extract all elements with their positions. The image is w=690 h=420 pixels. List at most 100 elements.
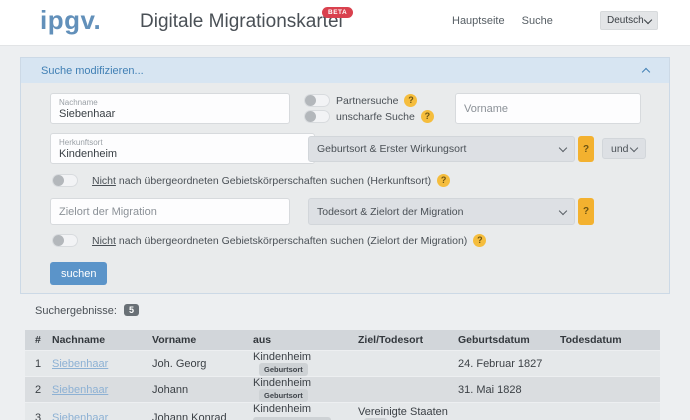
cell-geburtsdatum: 24. Februar 1827 xyxy=(458,357,543,370)
column-header: Geburtsdatum xyxy=(458,330,560,351)
chevron-down-icon xyxy=(558,206,568,215)
column-header: Vorname xyxy=(152,330,253,351)
beta-badge: BETA xyxy=(322,7,354,18)
column-header: Todesdatum xyxy=(560,330,660,351)
nav-suche[interactable]: Suche xyxy=(522,15,553,27)
place-name: Vereinigte Staaten xyxy=(358,405,448,418)
nachname-link[interactable]: Siebenhaar xyxy=(52,384,108,396)
nicht-underlined: Nicht xyxy=(92,234,116,247)
column-header: Nachname xyxy=(52,330,152,351)
language-selector[interactable]: Deutsch xyxy=(600,11,658,30)
nicht-zielort-toggle[interactable] xyxy=(52,234,78,247)
nicht-herkunftsort-label: Nicht nach übergeordneten Gebietskörpers… xyxy=(92,175,431,187)
nicht-zielort-row: Nicht nach übergeordneten Gebietskörpers… xyxy=(52,234,487,247)
nav-hauptseite[interactable]: Hauptseite xyxy=(452,15,505,27)
cell-aus: KindenheimGeburtsort xyxy=(253,351,358,377)
column-header: # xyxy=(25,330,52,351)
app-header: ipgv. Digitale Migrationskartei BETA Hau… xyxy=(0,0,690,46)
zielort-input[interactable] xyxy=(59,199,281,224)
cell-ziel xyxy=(358,351,458,377)
search-option-toggles: Partnersuche ? unscharfe Suche ? xyxy=(304,94,434,123)
place-name: Kindenheim xyxy=(253,403,312,415)
cell-ziel: Vereinigte StaatenZiel xyxy=(358,403,458,420)
zielort-field xyxy=(50,198,290,225)
cell-num: 2 xyxy=(35,383,42,396)
nachname-field: Nachname xyxy=(50,93,290,124)
place-name: Kindenheim xyxy=(253,377,312,389)
partnersuche-help-icon[interactable]: ? xyxy=(404,94,418,107)
nachname-label: Nachname xyxy=(59,98,98,107)
app-root: ipgv. Digitale Migrationskartei BETA Hau… xyxy=(0,0,690,420)
nicht-herkunftsort-row: Nicht nach übergeordneten Gebietskörpers… xyxy=(52,174,451,187)
table-row: 1 Siebenhaar Joh. Georg KindenheimGeburtsor… xyxy=(25,350,660,377)
nachname-input[interactable] xyxy=(59,108,281,120)
chevron-down-icon xyxy=(558,143,568,153)
cell-todesdatum xyxy=(560,403,660,420)
herkunftsort-help-button[interactable]: ? xyxy=(578,136,594,162)
cell-vorname: Johann Konrad xyxy=(152,412,227,420)
zielort-type-select[interactable]: Todesort & Zielort der Migration xyxy=(308,198,575,225)
unscharfe-suche-help-icon[interactable]: ? xyxy=(420,110,434,123)
cell-num: 3 xyxy=(35,412,42,420)
results-summary: Suchergebnisse: 5 xyxy=(35,304,140,317)
table-row: 2 Siebenhaar Johann KindenheimGeburtsort 31.… xyxy=(25,376,660,403)
unscharfe-suche-toggle[interactable] xyxy=(304,110,330,123)
herkunftsort-input[interactable] xyxy=(59,148,306,160)
table-row: 3 Siebenhaar Johann Konrad KindenheimErster… xyxy=(25,402,660,420)
partnersuche-label: Partnersuche xyxy=(336,94,399,107)
main-nav: Hauptseite Suche xyxy=(452,15,567,27)
chevron-down-icon xyxy=(629,143,639,152)
partnersuche-toggle[interactable] xyxy=(304,94,330,107)
search-button[interactable]: suchen xyxy=(50,262,108,285)
app-logo[interactable]: ipgv. xyxy=(40,5,101,36)
cell-aus: KindenheimErster Wirkungsort xyxy=(253,403,358,420)
nicht-zielort-label: Nicht nach übergeordneten Gebietskörpers… xyxy=(92,235,467,247)
page-title: Digitale Migrationskartei xyxy=(140,11,343,32)
operator-select[interactable]: und xyxy=(602,138,646,159)
cell-aus: KindenheimGeburtsort xyxy=(253,377,358,403)
unscharfe-suche-label: unscharfe Suche xyxy=(336,110,415,123)
herkunftsort-type-select[interactable]: Geburtsort & Erster Wirkungsort xyxy=(308,136,575,162)
results-table: # Nachname Vorname aus Ziel/Todesort Geburtsd… xyxy=(25,330,660,420)
aus-type-badge: Geburtsort xyxy=(259,389,308,402)
herkunftsort-field: Herkunftsort xyxy=(50,133,315,164)
results-table-head-row: # Nachname Vorname aus Ziel/Todesort Geburtsd… xyxy=(25,330,660,351)
aus-type-badge: Geburtsort xyxy=(259,363,308,376)
cell-nachname: Siebenhaar xyxy=(52,377,152,403)
herkunftsort-type-value: Geburtsort & Erster Wirkungsort xyxy=(317,143,467,155)
nicht-herkunftsort-toggle[interactable] xyxy=(52,174,78,187)
nicht-zielort-help-icon[interactable]: ? xyxy=(473,234,487,247)
language-selected-label: Deutsch xyxy=(607,15,644,26)
cell-nachname: Siebenhaar xyxy=(52,403,152,420)
zielort-type-value: Todesort & Zielort der Migration xyxy=(317,205,464,218)
cell-geburtsdatum xyxy=(458,403,560,420)
herkunftsort-label: Herkunftsort xyxy=(59,138,103,147)
cell-vorname: Johann xyxy=(152,383,189,396)
search-panel-toggle[interactable]: Suche modifizieren... xyxy=(21,58,669,83)
column-header: Ziel/Todesort xyxy=(358,330,458,351)
zielort-help-button[interactable]: ? xyxy=(578,198,594,225)
cell-todesdatum xyxy=(560,377,660,403)
cell-num: 1 xyxy=(35,357,42,370)
column-header: aus xyxy=(253,330,358,351)
results-count-badge: 5 xyxy=(124,304,140,316)
nicht-zielort-rest: nach übergeordneten Gebietskörperschafte… xyxy=(115,234,468,247)
cell-geburtsdatum: 31. Mai 1828 xyxy=(458,383,522,396)
nachname-link[interactable]: Siebenhaar xyxy=(52,412,108,420)
cell-todesdatum xyxy=(560,351,660,377)
nicht-underlined: Nicht xyxy=(92,174,116,187)
chevron-up-icon xyxy=(641,67,651,77)
nicht-herkunftsort-rest: nach übergeordneten Gebietskörperschafte… xyxy=(115,174,432,187)
chevron-down-icon xyxy=(643,15,653,24)
search-panel-title: Suche modifizieren... xyxy=(41,64,144,77)
nachname-link[interactable]: Siebenhaar xyxy=(52,358,108,370)
operator-value: und xyxy=(611,142,629,155)
cell-vorname: Joh. Georg xyxy=(152,357,207,370)
vorname-field xyxy=(455,93,641,124)
results-table-body: 1 Siebenhaar Joh. Georg KindenheimGeburtsor… xyxy=(25,350,660,420)
nicht-herkunftsort-help-icon[interactable]: ? xyxy=(437,174,451,187)
results-label: Suchergebnisse: xyxy=(35,305,117,317)
cell-nachname: Siebenhaar xyxy=(52,351,152,377)
place-name: Kindenheim xyxy=(253,351,312,363)
vorname-input[interactable] xyxy=(464,94,632,123)
